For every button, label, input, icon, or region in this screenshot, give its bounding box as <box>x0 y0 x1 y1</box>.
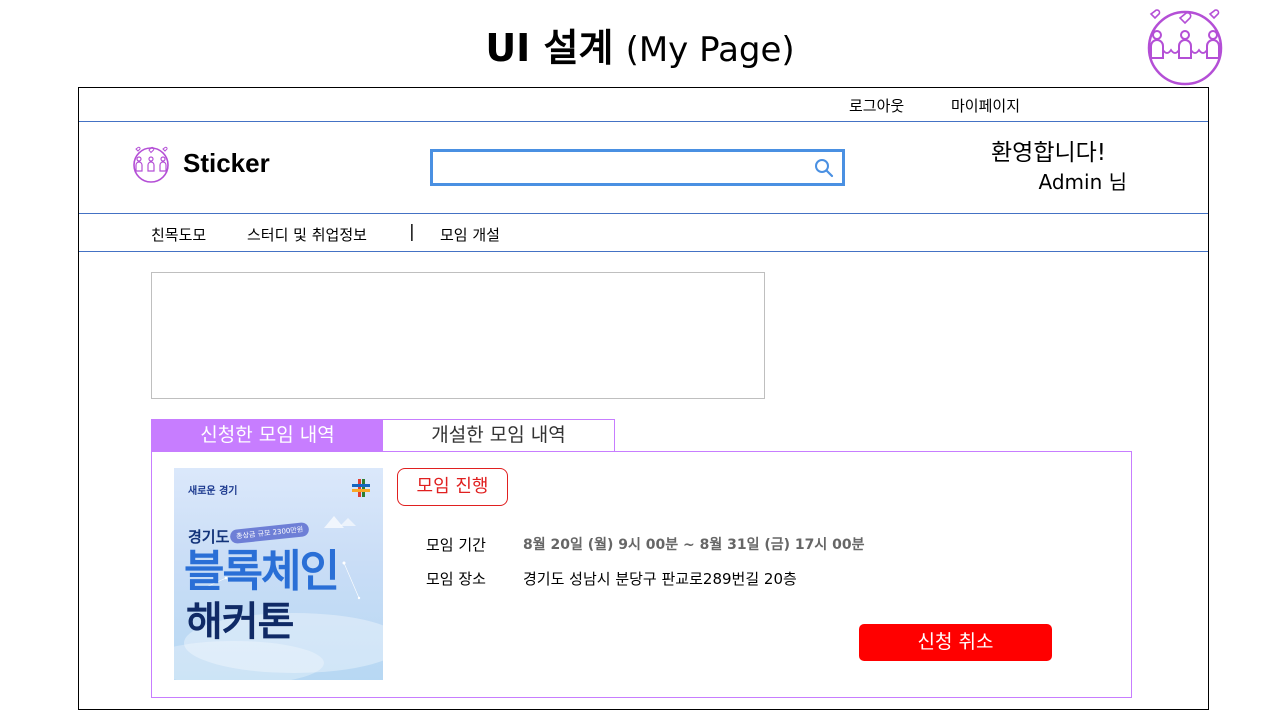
nav-item-study-jobs[interactable]: 스터디 및 취업정보 <box>247 224 367 245</box>
page-frame: 로그아웃 마이페이지 Sticker 환영합니다! Admin 님 친목도모 스… <box>78 87 1209 710</box>
main-nav: 친목도모 스터디 및 취업정보 | 모임 개설 <box>79 214 1208 252</box>
nav-item-social[interactable]: 친목도모 <box>151 224 206 245</box>
tab-created-meetings[interactable]: 개설한 모임 내역 <box>383 420 614 451</box>
place-label: 모임 장소 <box>426 570 486 588</box>
tab-applied-meetings[interactable]: 신청한 모임 내역 <box>152 420 383 451</box>
period-value: 8월 20일 (월) 9시 00분 ~ 8월 31일 (금) 17시 00분 <box>523 537 865 553</box>
welcome-message: 환영합니다! <box>991 140 1107 166</box>
nav-separator: | <box>409 222 415 242</box>
slide-title-main: UI 설계 <box>485 26 614 70</box>
place-value: 경기도 성남시 분당구 판교로289번길 20층 <box>523 570 797 588</box>
welcome-block: 환영합니다! Admin 님 <box>979 138 1127 196</box>
nav-item-create-meeting[interactable]: 모임 개설 <box>440 224 500 245</box>
site-name[interactable]: Sticker <box>183 148 270 179</box>
poster-line-3: 해커톤 <box>186 599 294 645</box>
meeting-poster[interactable]: 새로운 경기 경기도 총상금 규모 2300만원 블록체인 해커톤 <box>174 468 383 680</box>
logout-link[interactable]: 로그아웃 <box>849 95 904 116</box>
friends-hearts-icon[interactable] <box>131 144 171 184</box>
status-badge: 모임 진행 <box>397 468 508 506</box>
slide: UI 설계 (My Page) 로그아웃 마이페이지 Sticker 환영합니다… <box>0 0 1280 720</box>
search-box <box>430 149 845 186</box>
top-utility-bar: 로그아웃 마이페이지 <box>79 88 1208 122</box>
cancel-application-button[interactable]: 신청 취소 <box>859 624 1052 661</box>
poster-line-2: 블록체인 <box>184 546 340 597</box>
banner-area <box>151 272 765 399</box>
slide-title: UI 설계 (My Page) <box>0 22 1280 76</box>
search-input[interactable] <box>439 156 809 180</box>
mypage-link[interactable]: 마이페이지 <box>951 95 1020 116</box>
meeting-card: 새로운 경기 경기도 총상금 규모 2300만원 블록체인 해커톤 모임 진행 … <box>151 451 1132 698</box>
org-mark-icon <box>352 479 370 497</box>
site-header: Sticker 환영합니다! Admin 님 <box>79 122 1208 214</box>
poster-tag: 새로운 경기 <box>188 486 238 497</box>
period-label: 모임 기간 <box>426 536 486 554</box>
search-icon[interactable] <box>814 158 834 178</box>
user-name: Admin 님 <box>1038 170 1128 194</box>
meeting-tabs: 신청한 모임 내역 개설한 모임 내역 <box>151 419 615 452</box>
slide-title-sub: (My Page) <box>625 30 795 70</box>
friends-hearts-icon <box>1147 9 1223 86</box>
